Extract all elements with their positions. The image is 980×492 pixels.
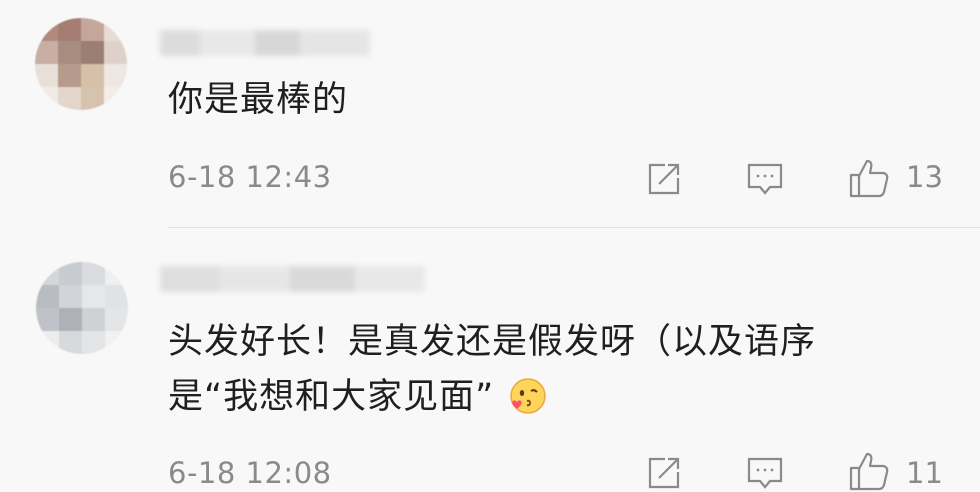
comment-text: 你是最棒的: [168, 80, 349, 120]
reply-icon[interactable]: [746, 160, 784, 198]
username-redacted[interactable]: [160, 266, 425, 292]
avatar[interactable]: [35, 18, 127, 110]
comment-item: 你是最棒的 6-18 12:43 13: [0, 0, 980, 228]
comment-timestamp: 6-18 12:43: [168, 160, 332, 194]
comment-item: 头发好长！是真发还是假发呀（以及语序 是“我想和大家见面” 6-18 12:08…: [0, 228, 980, 491]
comment-text: 头发好长！是真发还是假发呀（以及语序 是“我想和大家见面”: [168, 316, 816, 423]
username-redacted[interactable]: [160, 30, 370, 56]
share-icon[interactable]: [645, 160, 683, 198]
comment-text-line: 头发好长！是真发还是假发呀（以及语序: [168, 322, 817, 362]
comment-timestamp: 6-18 12:08: [168, 456, 332, 490]
avatar[interactable]: [36, 262, 128, 354]
reply-icon[interactable]: [746, 454, 784, 492]
thumbs-up-icon[interactable]: [848, 157, 890, 199]
like-count: 13: [906, 160, 943, 194]
share-icon[interactable]: [645, 454, 683, 492]
thumbs-up-icon[interactable]: [848, 450, 890, 492]
kiss-emoji-icon: [510, 378, 547, 414]
comment-text-line: 是“我想和大家见面”: [168, 377, 495, 417]
like-count: 11: [906, 456, 943, 490]
